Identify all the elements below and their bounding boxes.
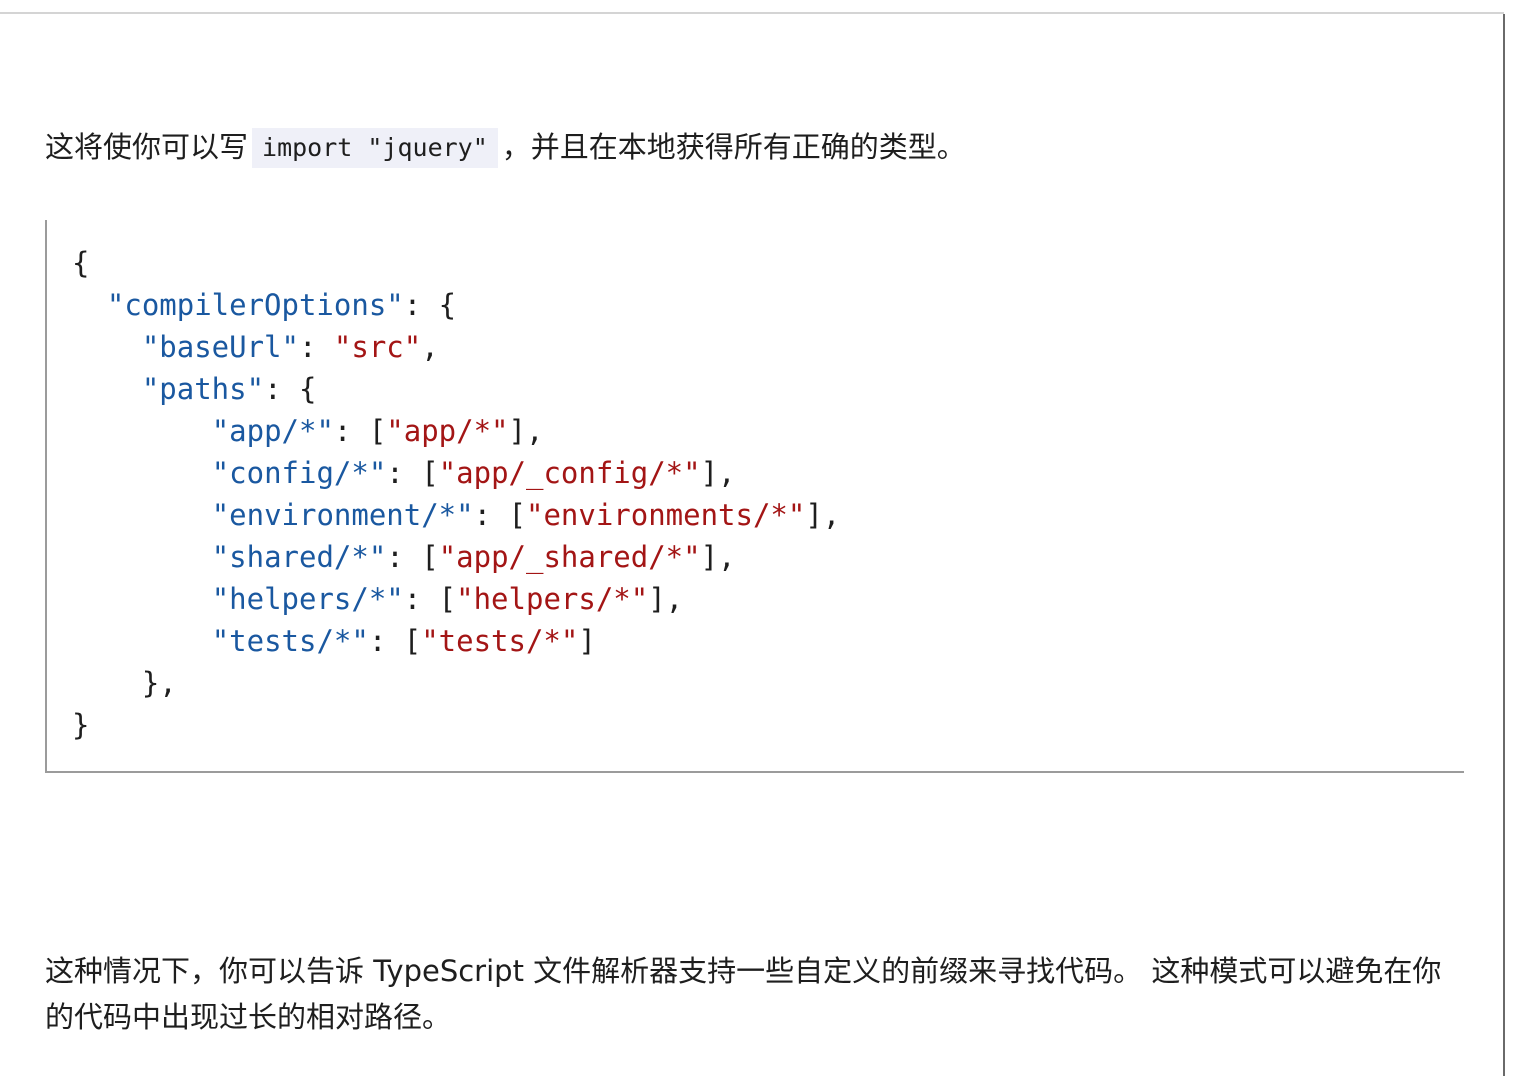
code-line: "environment/*": ["environments/*"], bbox=[72, 494, 841, 536]
json-punctuation-token bbox=[72, 624, 212, 658]
code-listing: { "compilerOptions": { "baseUrl": "src",… bbox=[72, 242, 840, 746]
json-punctuation-token: : [ bbox=[386, 456, 439, 490]
json-key-token: "helpers/*" bbox=[211, 582, 404, 616]
tsconfig-code-block: { "compilerOptions": { "baseUrl": "src",… bbox=[45, 220, 1464, 773]
code-line: "paths": { bbox=[72, 368, 840, 410]
json-punctuation-token: ], bbox=[700, 456, 736, 490]
json-punctuation-token: : [ bbox=[386, 540, 439, 574]
json-key-token: "tests/*" bbox=[211, 624, 369, 658]
json-punctuation-token bbox=[72, 330, 142, 364]
json-string-token: "helpers/*" bbox=[456, 582, 649, 616]
json-punctuation-token bbox=[72, 582, 212, 616]
json-punctuation-token: ], bbox=[508, 414, 544, 448]
json-punctuation-token: : [ bbox=[333, 414, 387, 448]
json-string-token: "app/_config/*" bbox=[438, 456, 701, 490]
json-string-token: "app/_shared/*" bbox=[438, 540, 701, 574]
json-punctuation-token: } bbox=[72, 708, 90, 742]
json-punctuation-token: : [ bbox=[368, 624, 422, 658]
inline-code-import-jquery: import "jquery" bbox=[252, 128, 498, 168]
code-line: "config/*": ["app/_config/*"], bbox=[72, 452, 840, 494]
paragraph-import-jquery: 这将使你可以写 import "jquery" ，并且在本地获得所有正确的类型。 bbox=[45, 125, 1485, 169]
json-punctuation-token: : [ bbox=[473, 498, 526, 532]
code-line: "app/*": ["app/*"], bbox=[72, 410, 840, 452]
json-punctuation-token: : { bbox=[403, 288, 457, 322]
code-line: } bbox=[72, 704, 840, 746]
json-string-token: "tests/*" bbox=[421, 624, 579, 658]
json-key-token: "app/*" bbox=[211, 414, 334, 448]
code-line: }, bbox=[72, 662, 840, 704]
json-string-token: "environments/*" bbox=[525, 498, 806, 532]
code-line: "tests/*": ["tests/*"] bbox=[72, 620, 840, 662]
right-edge-border bbox=[1503, 14, 1505, 1076]
json-key-token: "shared/*" bbox=[211, 540, 387, 574]
paragraph-1-text-before: 这将使你可以写 bbox=[45, 130, 249, 164]
json-punctuation-token: , bbox=[421, 330, 439, 364]
json-key-token: "config/*" bbox=[211, 456, 387, 490]
json-string-token: "src" bbox=[333, 330, 422, 364]
json-punctuation-token bbox=[72, 498, 212, 532]
json-punctuation-token: }, bbox=[72, 666, 177, 700]
json-punctuation-token bbox=[72, 414, 212, 448]
json-punctuation-token: ], bbox=[805, 498, 841, 532]
top-divider bbox=[0, 12, 1504, 14]
json-key-token: "paths" bbox=[141, 372, 265, 406]
json-punctuation-token: { bbox=[72, 246, 90, 280]
json-punctuation-token: ], bbox=[648, 582, 684, 616]
json-punctuation-token bbox=[72, 372, 142, 406]
json-key-token: "baseUrl" bbox=[141, 330, 299, 364]
json-punctuation-token: : bbox=[298, 330, 334, 364]
json-punctuation-token: ] bbox=[578, 624, 596, 658]
paragraph-path-mapping: 这种情况下，你可以告诉 TypeScript 文件解析器支持一些自定义的前缀来寻… bbox=[45, 954, 1442, 1034]
json-punctuation-token bbox=[72, 540, 212, 574]
json-punctuation-token: : { bbox=[264, 372, 317, 406]
json-punctuation-token: ], bbox=[700, 540, 736, 574]
json-punctuation-token bbox=[72, 456, 212, 490]
json-string-token: "app/*" bbox=[386, 414, 509, 448]
code-line: "shared/*": ["app/_shared/*"], bbox=[72, 536, 840, 578]
json-punctuation-token bbox=[72, 288, 107, 322]
json-key-token: "compilerOptions" bbox=[106, 288, 404, 322]
json-punctuation-token: : [ bbox=[403, 582, 457, 616]
json-key-token: "environment/*" bbox=[211, 498, 474, 532]
paragraph-1-text-after: ，并且在本地获得所有正确的类型。 bbox=[501, 130, 966, 164]
code-line: "baseUrl": "src", bbox=[72, 326, 840, 368]
code-line: { bbox=[72, 242, 840, 284]
code-line: "compilerOptions": { bbox=[72, 284, 840, 326]
code-line: "helpers/*": ["helpers/*"], bbox=[72, 578, 840, 620]
